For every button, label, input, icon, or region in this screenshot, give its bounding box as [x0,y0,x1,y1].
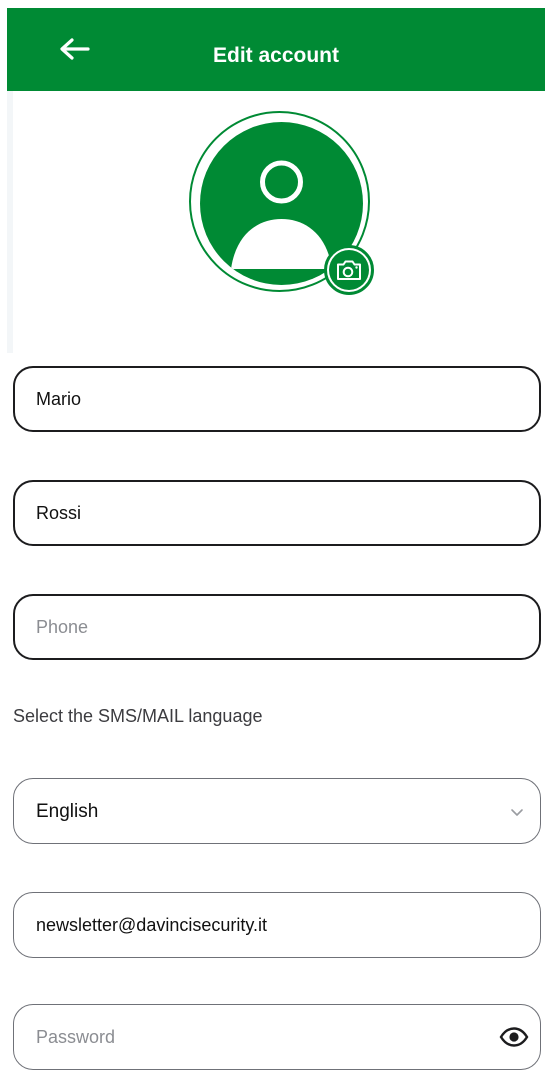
language-label: Select the SMS/MAIL language [13,706,263,726]
show-password-button[interactable] [498,1023,530,1051]
phone-field[interactable] [13,594,541,660]
side-divider [7,91,13,353]
last-name-field[interactable] [13,480,541,546]
email-field[interactable] [13,892,541,958]
phone-input[interactable] [15,596,539,658]
eye-icon [499,1027,529,1047]
app-header: Edit account [7,8,545,91]
change-photo-button[interactable] [324,245,374,295]
first-name-field[interactable] [13,366,541,432]
camera-icon [337,260,361,280]
first-name-input[interactable] [15,368,539,430]
language-selected-value: English [36,801,99,822]
language-select[interactable]: English [13,778,541,844]
arrow-left-icon [60,38,90,60]
password-input[interactable] [14,1005,540,1069]
avatar[interactable] [189,111,374,295]
chevron-down-icon [511,809,523,816]
email-input[interactable] [14,893,540,957]
back-button[interactable] [51,27,99,71]
password-field[interactable] [13,1004,541,1070]
last-name-input[interactable] [15,482,539,544]
